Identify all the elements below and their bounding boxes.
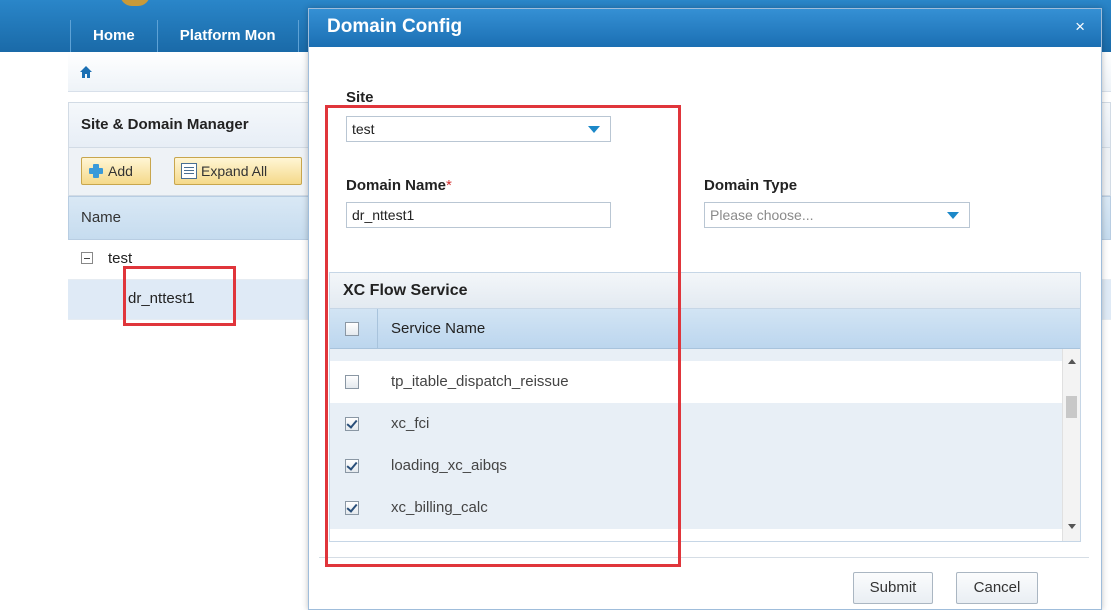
- submit-button[interactable]: Submit: [853, 572, 933, 604]
- service-scrollbar[interactable]: [1062, 349, 1080, 541]
- add-button-label: Add: [108, 163, 133, 179]
- expand-all-icon: [181, 163, 197, 179]
- highlight-box-tree: [123, 266, 236, 326]
- cancel-button[interactable]: Cancel: [956, 572, 1038, 604]
- domain-type-select[interactable]: Please choose...: [704, 202, 970, 228]
- plus-icon: [88, 163, 104, 179]
- logo: [120, 0, 150, 6]
- expand-all-label: Expand All: [201, 163, 268, 179]
- domain-type-placeholder: Please choose...: [710, 207, 814, 223]
- nav-item-platform-monitor[interactable]: Platform Mon: [158, 20, 299, 52]
- scroll-up-icon[interactable]: [1068, 359, 1076, 364]
- domain-type-label: Domain Type: [704, 177, 798, 194]
- dropdown-arrow-icon: [947, 212, 959, 219]
- dialog-title: Domain Config: [327, 16, 463, 37]
- highlight-box-dialog: [325, 105, 681, 567]
- dialog-header: Domain Config ×: [309, 9, 1101, 47]
- add-button[interactable]: Add: [81, 157, 151, 185]
- main-nav: Home Platform Mon: [0, 20, 299, 52]
- scroll-thumb[interactable]: [1066, 396, 1077, 418]
- tree-node-label: test: [108, 250, 133, 267]
- nav-item-home[interactable]: Home: [70, 20, 158, 52]
- collapse-icon[interactable]: [81, 252, 93, 264]
- home-icon[interactable]: [80, 66, 92, 78]
- expand-all-button[interactable]: Expand All: [174, 157, 302, 185]
- site-label: Site: [346, 89, 374, 106]
- domain-config-dialog: Domain Config × Site test Domain Name* D…: [308, 8, 1102, 610]
- scroll-down-icon[interactable]: [1068, 524, 1076, 529]
- close-icon[interactable]: ×: [1075, 17, 1085, 37]
